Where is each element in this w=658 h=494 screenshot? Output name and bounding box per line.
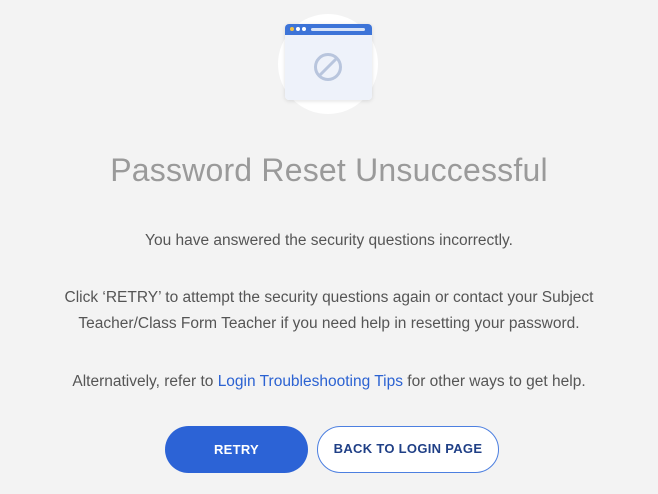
help-prefix: Alternatively, refer to bbox=[72, 373, 218, 390]
window-dot-icon bbox=[296, 27, 300, 31]
retry-button[interactable]: RETRY bbox=[165, 426, 308, 473]
instructions-line-2: Teacher/Class Form Teacher if you need h… bbox=[78, 315, 580, 332]
reset-result-page: Password Reset Unsuccessful You have ans… bbox=[0, 0, 658, 494]
browser-title-bar bbox=[285, 24, 372, 35]
back-to-login-button[interactable]: BACK TO LOGIN PAGE bbox=[317, 426, 499, 473]
page-title: Password Reset Unsuccessful bbox=[110, 152, 548, 188]
address-bar bbox=[311, 28, 365, 31]
alternative-help: Alternatively, refer to Login Troublesho… bbox=[0, 369, 658, 395]
troubleshooting-link[interactable]: Login Troubleshooting Tips bbox=[218, 373, 403, 390]
window-dot-icon bbox=[302, 27, 306, 31]
error-message: You have answered the security questions… bbox=[145, 232, 513, 249]
instructions-line-1: Click ‘RETRY’ to attempt the security qu… bbox=[64, 289, 594, 306]
help-suffix: for other ways to get help. bbox=[402, 373, 586, 390]
blocked-icon bbox=[314, 53, 342, 81]
retry-instructions: Click ‘RETRY’ to attempt the security qu… bbox=[0, 285, 658, 337]
window-dot-icon bbox=[290, 27, 294, 31]
